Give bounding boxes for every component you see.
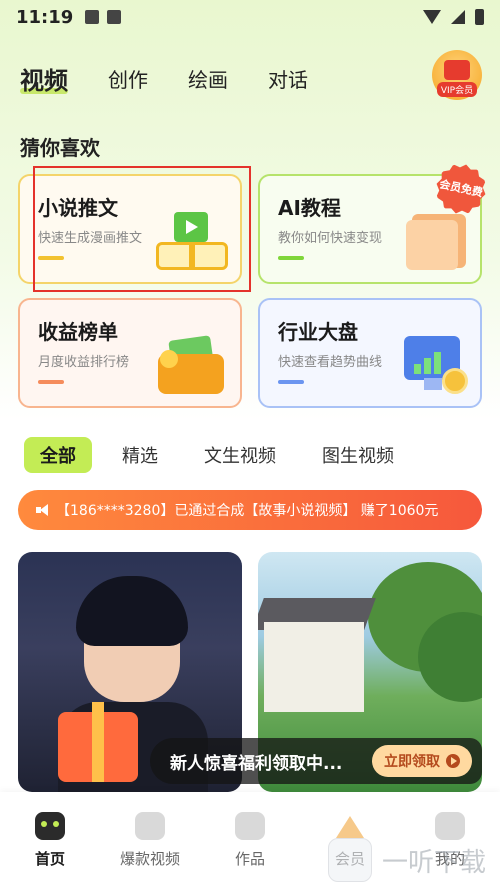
folder-icon	[406, 208, 468, 270]
card-industry-trend[interactable]: 行业大盘 快速查看趋势曲线	[258, 298, 482, 408]
nav-label: 我的	[434, 850, 465, 868]
house-image	[264, 622, 364, 712]
bottom-nav: 首页 爆款视频 作品 会员 我的	[0, 792, 500, 888]
nav-home[interactable]: 首页	[10, 812, 90, 869]
tab-create[interactable]: 创作	[108, 64, 148, 93]
arrow-icon	[278, 380, 304, 384]
section-title: 猜你喜欢	[20, 136, 100, 160]
profile-icon	[435, 812, 465, 840]
card-novel-promo[interactable]: 小说推文 快速生成漫画推文	[18, 174, 242, 284]
crown-icon	[335, 812, 365, 840]
claim-button[interactable]: 立即领取	[372, 745, 472, 777]
arrow-icon	[38, 256, 64, 260]
arrow-icon	[278, 256, 304, 260]
notice-text: 【186****3280】已通过合成【故事小说视频】 赚了1060元	[56, 503, 439, 519]
arrow-right-icon	[446, 754, 460, 768]
speaker-icon	[36, 504, 50, 516]
status-bar: 11:19	[0, 0, 500, 34]
top-tabs: 视频 创作 绘画 对话	[20, 58, 308, 98]
claim-button-label: 立即领取	[384, 754, 440, 770]
nav-member[interactable]: 会员	[310, 812, 390, 869]
nav-label: 爆款视频	[119, 850, 180, 868]
nav-label: 会员	[334, 850, 365, 868]
robot-icon	[35, 812, 65, 840]
filter-chips: 全部 精选 文生视频 图生视频	[24, 437, 410, 473]
video-icon	[135, 812, 165, 840]
chip-text-to-video[interactable]: 文生视频	[188, 437, 292, 473]
nav-label: 作品	[234, 850, 265, 868]
tab-video[interactable]: 视频	[20, 61, 68, 96]
wifi-icon	[423, 10, 441, 24]
notification-a-icon	[107, 10, 122, 24]
tab-chat[interactable]: 对话	[268, 64, 308, 93]
chip-all[interactable]: 全部	[24, 437, 92, 473]
vip-label: VIP会员	[436, 82, 478, 97]
gallery-icon	[85, 10, 100, 24]
card-earnings-rank[interactable]: 收益榜单 月度收益排行榜	[18, 298, 242, 408]
chart-monitor-icon	[404, 332, 468, 394]
wallet-icon	[158, 335, 228, 394]
nav-label: 首页	[34, 850, 65, 868]
arrow-icon	[38, 380, 64, 384]
tab-drawing[interactable]: 绘画	[188, 64, 228, 93]
nav-works[interactable]: 作品	[210, 812, 290, 869]
vip-button[interactable]: VIP会员	[432, 50, 482, 100]
layers-icon	[235, 812, 265, 840]
signal-icon	[451, 10, 465, 24]
new-user-promo: 新人惊喜福利领取中... 立即领取	[150, 738, 482, 784]
earnings-notice[interactable]: 【186****3280】已通过合成【故事小说视频】 赚了1060元	[18, 490, 482, 530]
nav-hot-videos[interactable]: 爆款视频	[110, 812, 190, 869]
book-play-icon	[156, 212, 228, 270]
chip-featured[interactable]: 精选	[106, 437, 174, 473]
gift-icon	[444, 60, 470, 80]
nav-profile[interactable]: 我的	[410, 812, 490, 869]
battery-icon	[475, 9, 484, 25]
promo-text: 新人惊喜福利领取中...	[170, 753, 343, 774]
chip-image-to-video[interactable]: 图生视频	[306, 437, 410, 473]
status-time: 11:19	[16, 6, 74, 28]
